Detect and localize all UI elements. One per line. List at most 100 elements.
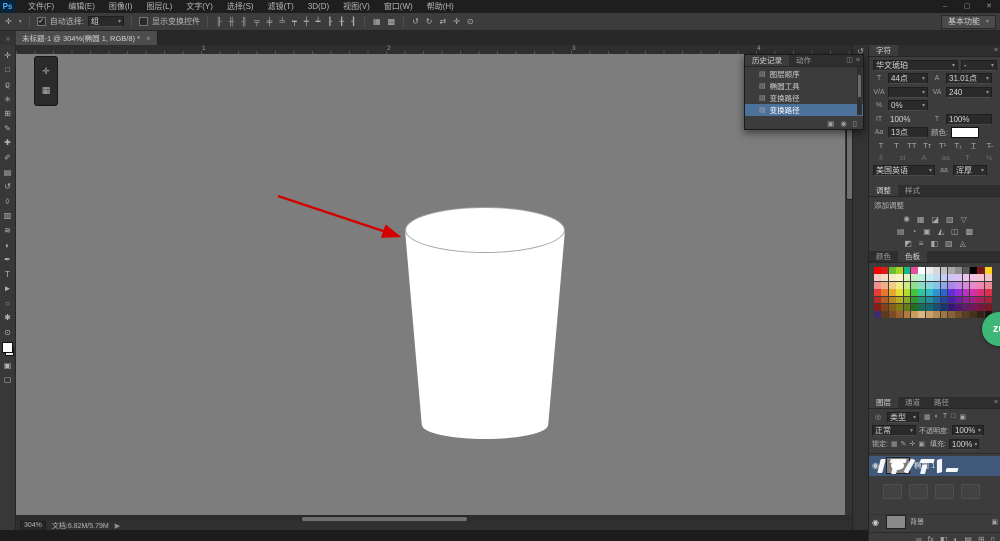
scrollbar-thumb[interactable] — [858, 75, 861, 97]
menu-item[interactable]: 文件(F) — [21, 0, 61, 13]
color-swatch[interactable] — [955, 297, 962, 304]
color-swatch[interactable] — [904, 304, 911, 311]
color-swatch[interactable] — [977, 274, 984, 281]
distribute-bottom-icon[interactable]: ┷ — [315, 17, 322, 26]
color-swatch[interactable] — [904, 289, 911, 296]
color-swatch[interactable] — [896, 289, 903, 296]
color-swatch[interactable] — [874, 274, 881, 281]
history-scrollbar[interactable] — [857, 67, 862, 115]
small-caps-icon[interactable]: Tᴛ — [921, 141, 933, 150]
eyedropper-tool[interactable]: ✎ — [1, 121, 15, 136]
adjustments-tab[interactable]: 调整 — [869, 185, 898, 196]
color-swatch[interactable] — [933, 274, 940, 281]
color-swatch[interactable] — [941, 274, 948, 281]
color-swatch[interactable] — [970, 274, 977, 281]
tsume-field[interactable]: 0%▾ — [888, 100, 928, 111]
color-swatch[interactable] — [896, 304, 903, 311]
layer-name[interactable]: 背景 — [910, 517, 924, 527]
healing-brush-tool[interactable]: ✚ — [1, 136, 15, 151]
color-swatch[interactable] — [977, 267, 984, 274]
color-swatch[interactable] — [896, 311, 903, 318]
color-swatch[interactable] — [933, 289, 940, 296]
color-swatch[interactable] — [874, 289, 881, 296]
color-swatch[interactable] — [918, 304, 925, 311]
3d-scale-icon[interactable]: ⊙ — [466, 17, 475, 26]
show-transform-checkbox[interactable] — [139, 17, 148, 26]
floating-tool-widget[interactable]: ✛▦ — [34, 56, 58, 106]
color-swatch[interactable] — [977, 311, 984, 318]
color-swatch[interactable] — [926, 297, 933, 304]
marquee-tool[interactable]: □ — [1, 63, 15, 78]
dodge-tool[interactable]: ◐ — [1, 238, 15, 253]
color-swatch[interactable] — [985, 297, 992, 304]
collapse-panel-icon[interactable]: ◫ — [846, 55, 853, 66]
color-swatch[interactable] — [955, 311, 962, 318]
color-swatch[interactable] — [948, 289, 955, 296]
lock-all-icon[interactable]: ▣ — [918, 440, 925, 448]
text-color-swatch[interactable] — [951, 127, 979, 138]
posterize-icon[interactable]: ≡ — [919, 239, 924, 248]
color-swatch[interactable] — [874, 297, 881, 304]
layer-row-ellipse1[interactable]: ◉ 椭圆 1 — [869, 456, 1000, 476]
screen-mode-icon[interactable]: ▢ — [1, 372, 15, 387]
color-swatch[interactable] — [970, 304, 977, 311]
layer-thumbnail[interactable] — [886, 515, 906, 529]
align-bottom-icon[interactable]: ╧ — [278, 17, 286, 26]
clone-stamp-tool[interactable]: ▤ — [1, 165, 15, 180]
shape-tool[interactable]: ○ — [1, 296, 15, 311]
color-swatch[interactable] — [977, 289, 984, 296]
move-tool[interactable]: ✛ — [1, 48, 15, 63]
levels-icon[interactable]: ▦ — [917, 215, 925, 224]
panel-menu-icon[interactable]: ≡ — [856, 55, 860, 66]
color-swatch[interactable] — [926, 274, 933, 281]
color-swatch[interactable] — [926, 267, 933, 274]
blur-tool[interactable]: ≋ — [1, 223, 15, 238]
3d-roll-icon[interactable]: ↻ — [425, 17, 434, 26]
new-doc-from-state-icon[interactable]: ▣ — [827, 119, 834, 128]
distribute-left-icon[interactable]: ┠ — [326, 17, 333, 26]
color-swatch[interactable] — [985, 282, 992, 289]
filter-shape-layers-icon[interactable]: □ — [951, 413, 955, 421]
align-h-center-icon[interactable]: ╫ — [228, 17, 236, 26]
menu-item[interactable]: 图像(I) — [102, 0, 140, 13]
color-swatch[interactable] — [985, 289, 992, 296]
language-dropdown[interactable]: 美国英语▾ — [873, 165, 935, 176]
color-swatch[interactable] — [889, 289, 896, 296]
curves-icon[interactable]: ◪ — [931, 215, 939, 224]
layers-tab[interactable]: 路径 — [927, 397, 956, 408]
color-swatch[interactable] — [933, 282, 940, 289]
color-swatch[interactable] — [881, 267, 888, 274]
photo-filter-icon[interactable]: ◭ — [938, 227, 944, 236]
color-swatch[interactable] — [933, 311, 940, 318]
color-swatch[interactable] — [941, 282, 948, 289]
menu-item[interactable]: 视图(V) — [336, 0, 377, 13]
blend-mode-dropdown[interactable]: 正常▾ — [872, 425, 916, 436]
minimize-button[interactable]: – — [934, 0, 956, 13]
color-swatch[interactable] — [918, 267, 925, 274]
color-swatch[interactable] — [911, 297, 918, 304]
3d-pan-icon[interactable]: ⇄ — [438, 17, 447, 26]
adjustments-tab[interactable]: 样式 — [898, 185, 927, 196]
distribute-v-center-icon[interactable]: ┿ — [303, 17, 310, 26]
filter-adjustment-layers-icon[interactable]: ◐ — [935, 413, 939, 421]
swash-icon[interactable]: A — [918, 153, 930, 162]
color-swatch[interactable] — [948, 311, 955, 318]
color-swatch[interactable] — [904, 311, 911, 318]
color-swatch[interactable] — [955, 267, 962, 274]
color-swatch[interactable] — [926, 289, 933, 296]
widget-grid-icon[interactable]: ▦ — [42, 85, 51, 96]
baseline-shift-field[interactable]: 13点 — [888, 127, 928, 138]
auto-blend-icon[interactable]: ▩ — [387, 17, 397, 26]
color-balance-icon[interactable]: ◔ — [911, 227, 916, 236]
color-swatch[interactable] — [874, 311, 881, 318]
strikethrough-icon[interactable]: T̶ — [983, 141, 995, 150]
color-swatch[interactable] — [881, 282, 888, 289]
color-swatch[interactable] — [963, 304, 970, 311]
color-swatch[interactable] — [904, 297, 911, 304]
contextual-alt-icon[interactable]: st — [897, 153, 909, 162]
visibility-eye-icon[interactable]: ◉ — [872, 518, 882, 527]
color-swatch[interactable] — [970, 282, 977, 289]
history-tab[interactable]: 历史记录 — [745, 55, 789, 66]
history-state[interactable]: ▤ 变换路径 — [745, 104, 863, 116]
eraser-tool[interactable]: ◊ — [1, 194, 15, 209]
